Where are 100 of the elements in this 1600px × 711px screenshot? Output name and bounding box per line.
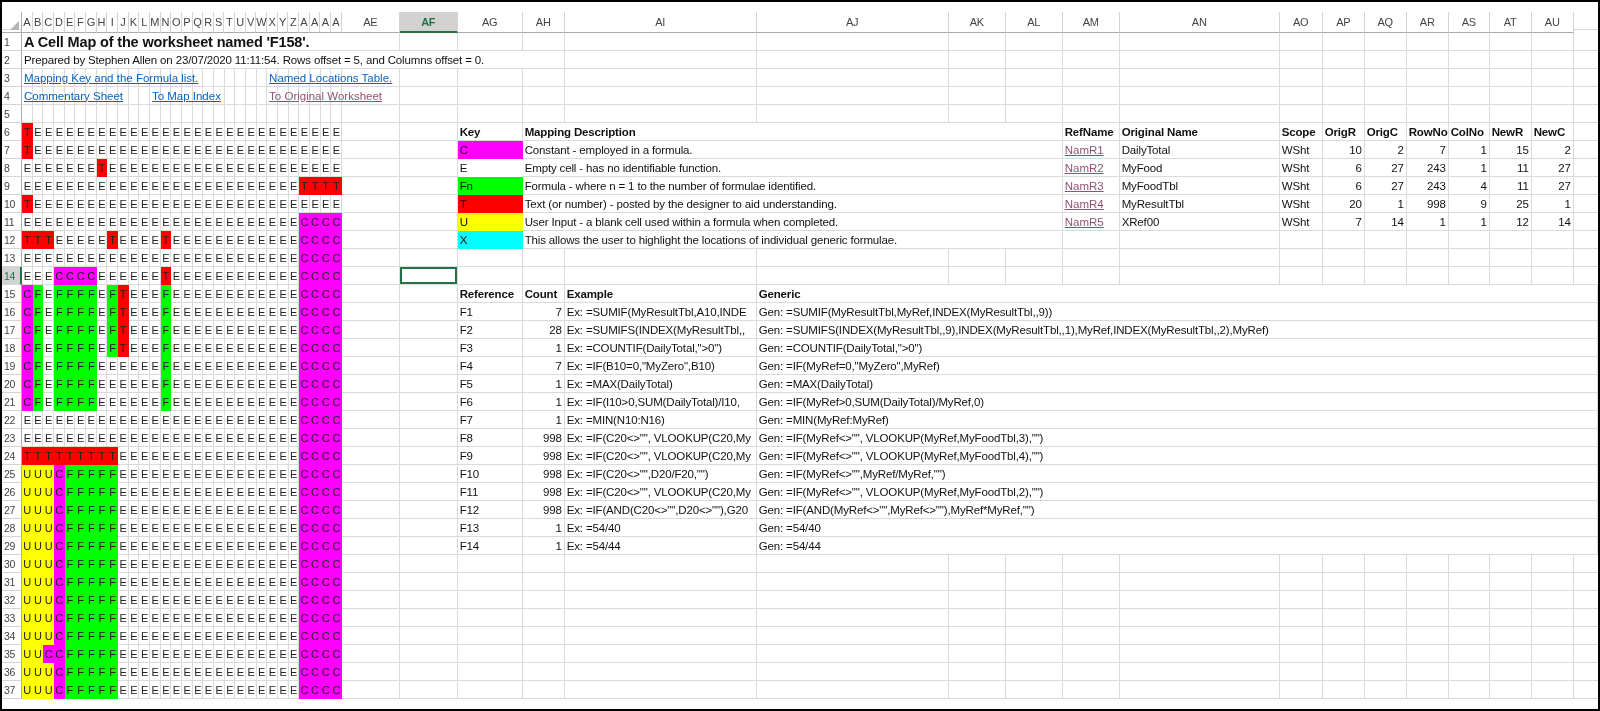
column-label[interactable]: AQ (1364, 12, 1407, 33)
column-label[interactable]: AH (522, 12, 565, 33)
row-number[interactable]: 2 (2, 51, 22, 69)
link[interactable]: To Original Worksheet (267, 87, 458, 105)
row-number[interactable]: 35 (2, 645, 22, 663)
map-cell: C (309, 375, 321, 393)
column-label[interactable]: C (43, 12, 54, 33)
column-label[interactable]: AK (948, 12, 1006, 33)
row-number[interactable]: 22 (2, 411, 22, 429)
row-number[interactable]: 10 (2, 195, 22, 213)
ref-name-link[interactable]: NamR5 (1062, 213, 1120, 231)
ref-name-link[interactable]: NamR1 (1062, 141, 1120, 159)
row-number[interactable]: 30 (2, 555, 22, 573)
column-label[interactable]: AT (1489, 12, 1532, 33)
row-number[interactable]: 14 (2, 267, 22, 285)
column-label[interactable]: AP (1322, 12, 1365, 33)
column-label[interactable]: AR (1406, 12, 1449, 33)
row-number[interactable]: 33 (2, 609, 22, 627)
row-number[interactable]: 26 (2, 483, 22, 501)
column-label[interactable]: A (22, 12, 33, 33)
column-label[interactable]: M (149, 12, 161, 33)
selected-cell[interactable] (399, 267, 458, 285)
row-number[interactable]: 15 (2, 285, 22, 303)
column-label[interactable]: AO (1279, 12, 1323, 33)
column-label[interactable]: AU (1531, 12, 1574, 33)
map-cell: T (22, 123, 33, 141)
map-cell-text: E (65, 413, 75, 428)
map-cell: F (75, 537, 86, 555)
column-label[interactable]: X (267, 12, 278, 33)
row-number[interactable]: 34 (2, 627, 22, 645)
row-number[interactable]: 11 (2, 213, 22, 231)
map-cell: F (96, 465, 108, 483)
row-number[interactable]: 17 (2, 321, 22, 339)
row-number[interactable]: 3 (2, 69, 22, 87)
column-label[interactable]: A (299, 12, 310, 33)
row-number[interactable]: 31 (2, 573, 22, 591)
column-label[interactable]: AG (457, 12, 523, 33)
column-label[interactable]: AI (564, 12, 757, 33)
row-number[interactable]: 18 (2, 339, 22, 357)
row-number[interactable]: 8 (2, 159, 22, 177)
column-label[interactable]: AL (1005, 12, 1063, 33)
row-number[interactable]: 4 (2, 87, 22, 105)
column-label[interactable]: L (139, 12, 150, 33)
row-number[interactable]: 23 (2, 429, 22, 447)
link[interactable]: Mapping Key and the Formula list. (22, 69, 268, 87)
column-label[interactable]: J (117, 12, 129, 33)
map-cell: F (75, 627, 86, 645)
column-label[interactable]: AN (1119, 12, 1280, 33)
row-number[interactable]: 20 (2, 375, 22, 393)
link[interactable]: To Map Index (149, 87, 268, 105)
link[interactable]: Commentary Sheet (22, 87, 150, 105)
map-cell-text: E (321, 161, 331, 176)
map-cell-text: E (246, 593, 256, 608)
map-cell: U (43, 519, 54, 537)
column-label[interactable]: D (53, 12, 65, 33)
column-label[interactable]: T (224, 12, 236, 33)
ref-name-link[interactable]: NamR3 (1062, 177, 1120, 195)
map-cell-text: E (182, 143, 192, 158)
column-label[interactable]: AJ (756, 12, 949, 33)
column-label[interactable]: R (203, 12, 214, 33)
row-number[interactable]: 1 (2, 33, 22, 51)
row-number[interactable]: 27 (2, 501, 22, 519)
row-number[interactable]: 5 (2, 105, 22, 123)
row-number[interactable]: 28 (2, 519, 22, 537)
column-label[interactable]: F (75, 12, 86, 33)
column-label[interactable]: AE (341, 12, 400, 33)
map-cell-text: E (118, 539, 128, 554)
row-number[interactable]: 7 (2, 141, 22, 159)
row-number[interactable]: 32 (2, 591, 22, 609)
column-label[interactable]: I (107, 12, 118, 33)
row-number[interactable]: 6 (2, 123, 22, 141)
column-label[interactable]: G (85, 12, 97, 33)
row-number[interactable]: 16 (2, 303, 22, 321)
column-label[interactable]: Z (288, 12, 300, 33)
column-label[interactable]: AS (1448, 12, 1490, 33)
row-number[interactable]: 24 (2, 447, 22, 465)
row-number[interactable]: 37 (2, 681, 22, 699)
row-number[interactable]: 25 (2, 465, 22, 483)
row-number[interactable]: 12 (2, 231, 22, 249)
column-label[interactable]: AM (1062, 12, 1120, 33)
map-cell-text: E (150, 251, 160, 266)
generic-cell: Gen: =COUNTIF(DailyTotal,">0") (756, 339, 1598, 357)
row-number[interactable]: 36 (2, 663, 22, 681)
column-label[interactable]: AF (399, 12, 458, 33)
link[interactable]: Named Locations Table. (267, 69, 400, 87)
column-label[interactable]: P (181, 12, 193, 33)
map-cell: C (309, 483, 321, 501)
column-label[interactable]: A (331, 12, 342, 33)
row-number[interactable]: 21 (2, 393, 22, 411)
column-label[interactable]: U (235, 12, 246, 33)
row-number[interactable]: 13 (2, 249, 22, 267)
map-cell: F (53, 339, 65, 357)
map-cell: C (309, 501, 321, 519)
ref-name-link[interactable]: NamR2 (1062, 159, 1120, 177)
row-number[interactable]: 29 (2, 537, 22, 555)
row-number[interactable]: 19 (2, 357, 22, 375)
map-cell-text: E (150, 341, 160, 356)
column-label[interactable]: O (171, 12, 182, 33)
row-number[interactable]: 9 (2, 177, 22, 195)
ref-name-link[interactable]: NamR4 (1062, 195, 1120, 213)
